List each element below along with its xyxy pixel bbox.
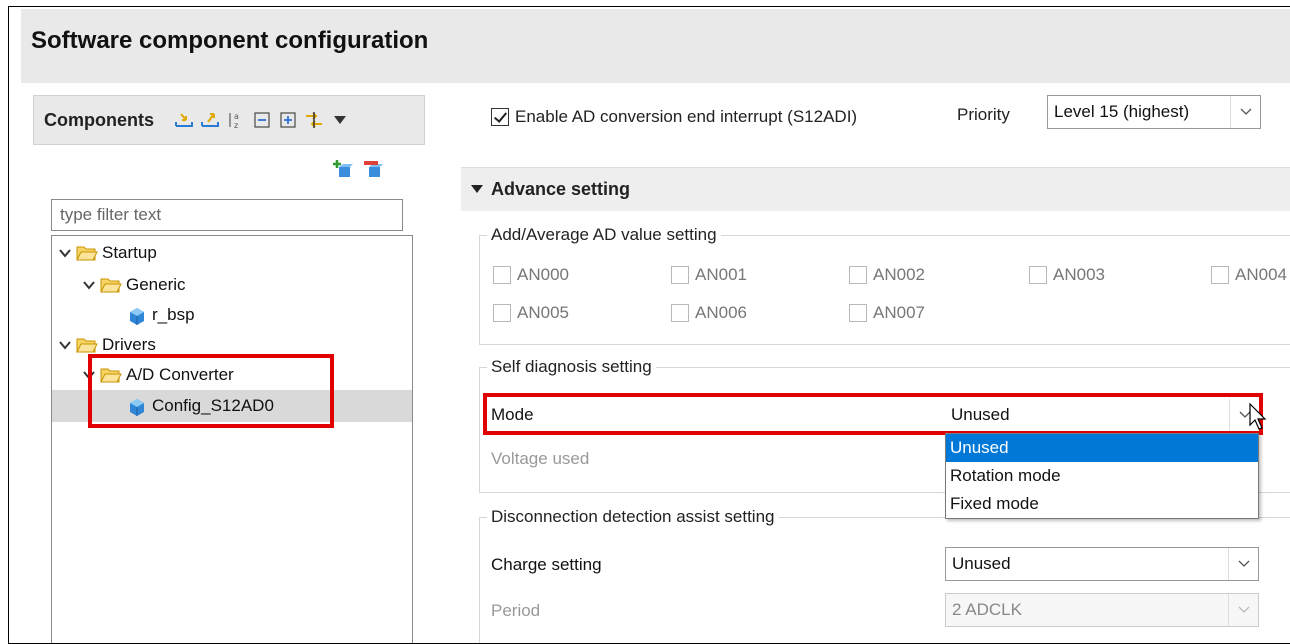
folder-open-icon [100, 278, 122, 293]
import-icon[interactable] [174, 110, 194, 130]
channel-checkbox[interactable] [671, 304, 689, 322]
self-diagnosis-group-label: Self diagnosis setting [487, 357, 656, 377]
sort-az-icon[interactable]: az [226, 110, 246, 130]
app-window: Software component configuration Compone… [8, 6, 1290, 644]
remove-component-icon[interactable] [363, 159, 383, 179]
mode-dropdown-list: Unused Rotation mode Fixed mode [945, 433, 1259, 519]
channel-label: AN000 [517, 265, 569, 284]
highlight-box-ad-converter [88, 354, 334, 428]
expand-all-icon[interactable] [278, 110, 298, 130]
highlight-box-mode [483, 393, 1263, 435]
component-actions [333, 159, 383, 179]
advance-setting-header[interactable]: Advance setting [461, 167, 1290, 211]
period-value: 2 ADCLK [952, 600, 1022, 619]
svg-text:z: z [234, 121, 238, 130]
channel-label: AN006 [695, 303, 747, 322]
folder-open-icon [76, 246, 98, 261]
channel-checkbox[interactable] [1029, 266, 1047, 284]
channel-an003[interactable]: AN003 [1029, 265, 1105, 285]
channel-checkbox[interactable] [671, 266, 689, 284]
mode-option-rotation[interactable]: Rotation mode [946, 462, 1258, 490]
chevron-down-icon[interactable] [1228, 594, 1258, 626]
voltage-used-label: Voltage used [491, 449, 590, 468]
tree-item-label: r_bsp [152, 305, 195, 324]
components-title: Components [44, 110, 154, 130]
channel-checkbox[interactable] [493, 304, 511, 322]
collapse-triangle-icon[interactable] [471, 185, 483, 193]
tree-item-label: Generic [126, 275, 186, 294]
component-cube-icon [130, 308, 144, 325]
channel-an002[interactable]: AN002 [849, 265, 925, 285]
channel-label: AN004 [1235, 265, 1287, 284]
interrupt-label: Enable AD conversion end interrupt (S12A… [515, 107, 858, 126]
svg-text:a: a [234, 112, 239, 121]
page-title: Software component configuration [31, 27, 429, 54]
charge-setting-value: Unused [952, 554, 1011, 573]
channel-an007[interactable]: AN007 [849, 303, 925, 323]
charge-setting-select[interactable]: Unused [945, 547, 1259, 581]
channel-label: AN002 [873, 265, 925, 284]
chevron-down-icon[interactable] [58, 246, 72, 260]
components-header: Components az [33, 95, 425, 145]
channel-an006[interactable]: AN006 [671, 303, 747, 323]
sync-icon[interactable] [304, 110, 324, 130]
folder-open-icon [76, 338, 98, 353]
channel-checkbox[interactable] [849, 304, 867, 322]
priority-value: Level 15 (highest) [1054, 102, 1190, 121]
tree-item-startup[interactable]: Startup [58, 238, 157, 268]
period-label: Period [491, 601, 541, 620]
channel-an005[interactable]: AN005 [493, 303, 569, 323]
channel-label: AN001 [695, 265, 747, 284]
chevron-down-icon[interactable] [1228, 548, 1258, 580]
view-menu-icon[interactable] [334, 116, 346, 124]
period-select[interactable]: 2 ADCLK [945, 593, 1259, 627]
channel-an000[interactable]: AN000 [493, 265, 569, 285]
channel-checkbox[interactable] [1211, 266, 1229, 284]
chevron-down-icon[interactable] [58, 338, 72, 352]
priority-select[interactable]: Level 15 (highest) [1047, 95, 1261, 129]
collapse-all-icon[interactable] [252, 110, 272, 130]
channel-label: AN007 [873, 303, 925, 322]
chevron-down-icon[interactable] [1230, 96, 1260, 128]
mode-option-unused[interactable]: Unused [946, 434, 1258, 462]
priority-label: Priority [957, 105, 1010, 124]
channel-checkbox[interactable] [849, 266, 867, 284]
add-component-icon[interactable] [333, 159, 353, 179]
chevron-down-icon[interactable] [82, 278, 96, 292]
filter-input[interactable]: type filter text [51, 199, 403, 231]
channel-label: AN003 [1053, 265, 1105, 284]
configuration-pane: Enable AD conversion end interrupt (S12A… [457, 85, 1290, 643]
component-tree: Startup Generic r_bsp Drivers A/D Conver… [51, 235, 413, 643]
tree-item-generic[interactable]: Generic [82, 270, 186, 300]
interrupt-row: Enable AD conversion end interrupt (S12A… [491, 99, 857, 135]
channel-label: AN005 [517, 303, 569, 322]
components-toolbar: az [174, 108, 346, 132]
channel-checkbox[interactable] [493, 266, 511, 284]
mouse-cursor-icon [1249, 403, 1267, 430]
channel-an004[interactable]: AN004 [1211, 265, 1287, 285]
add-average-group [479, 235, 1290, 345]
channel-an001[interactable]: AN001 [671, 265, 747, 285]
add-average-group-label: Add/Average AD value setting [487, 225, 721, 245]
interrupt-checkbox[interactable] [491, 108, 509, 126]
disconnection-group-label: Disconnection detection assist setting [487, 507, 779, 527]
mode-option-fixed[interactable]: Fixed mode [946, 490, 1258, 518]
charge-setting-label: Charge setting [491, 555, 602, 574]
tree-item-label: Startup [102, 243, 157, 262]
advance-setting-title: Advance setting [491, 179, 631, 199]
export-icon[interactable] [200, 110, 220, 130]
components-pane: Components az type filter text Startup G… [33, 95, 425, 643]
tree-item-r-bsp[interactable]: r_bsp [126, 300, 195, 330]
title-bar: Software component configuration [21, 9, 1290, 83]
